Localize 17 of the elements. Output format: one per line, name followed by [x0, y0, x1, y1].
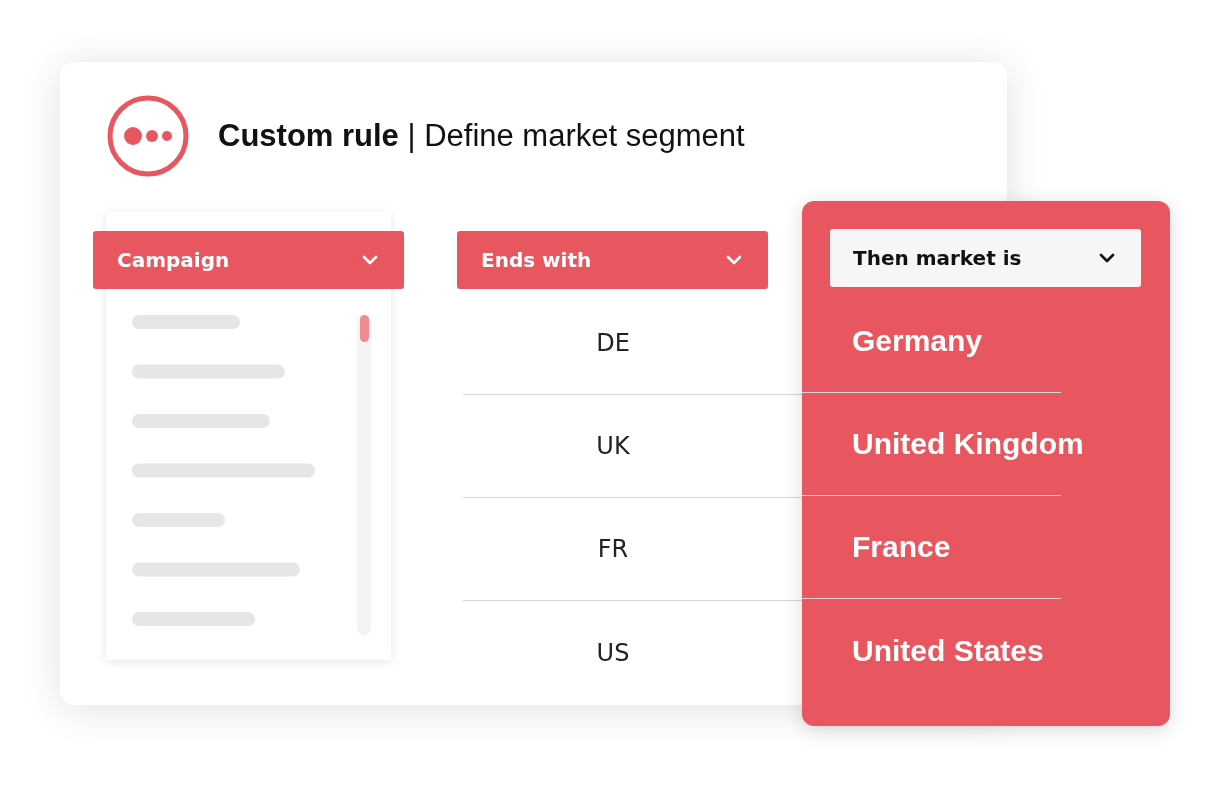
market-name: United Kingdom [852, 427, 1084, 461]
logo-icon [106, 94, 190, 178]
market-name: Germany [852, 324, 983, 358]
suffix-value: UK [595, 432, 631, 460]
chevron-down-icon [362, 255, 378, 265]
page-title: Custom rule | Define market segment [218, 118, 745, 154]
suffix-value: DE [595, 329, 631, 357]
market-dropdown[interactable]: Then market is [830, 229, 1141, 287]
chevron-down-icon [1099, 253, 1115, 263]
suffix-value: US [595, 638, 631, 667]
suffix-value: FR [596, 535, 630, 563]
chevron-down-icon [726, 255, 742, 265]
scrollbar[interactable] [357, 315, 371, 635]
market-name: France [852, 530, 951, 564]
market-name: United States [852, 633, 1044, 668]
condition-dropdown[interactable]: Ends with [457, 231, 768, 289]
campaign-dropdown[interactable]: Campaign [93, 231, 404, 289]
